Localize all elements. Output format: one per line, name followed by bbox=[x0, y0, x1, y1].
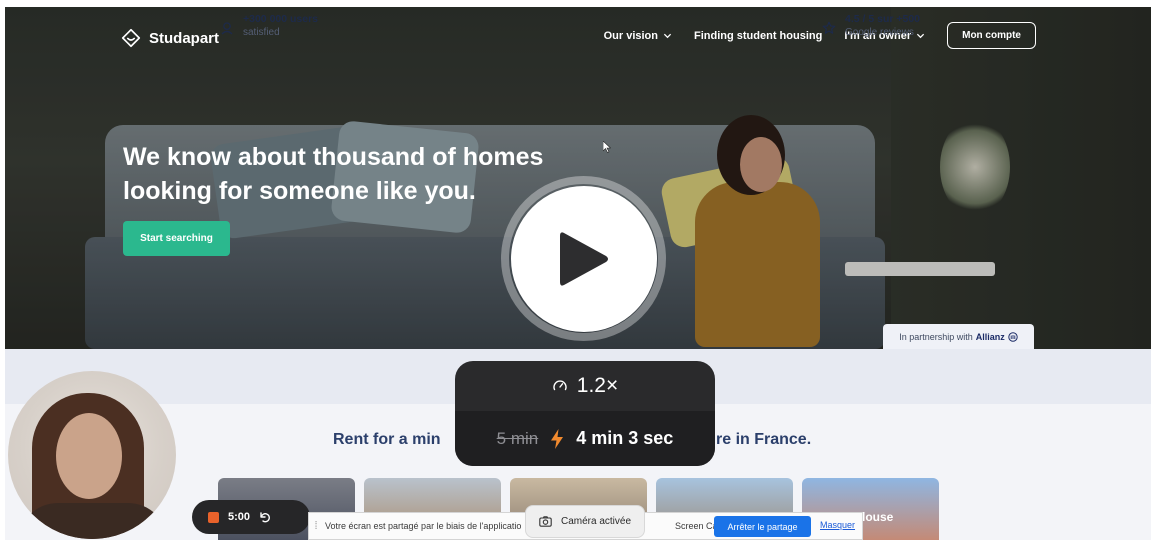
city-label: louse bbox=[862, 510, 894, 524]
bolt-icon bbox=[551, 428, 564, 449]
partner-prefix: In partnership with bbox=[899, 331, 973, 342]
chevron-down-icon bbox=[663, 33, 672, 39]
hide-link[interactable]: Masquer bbox=[820, 520, 855, 530]
video-play-button[interactable] bbox=[501, 176, 666, 341]
webcam-face bbox=[56, 413, 122, 499]
camera-active-chip[interactable]: Caméra activée bbox=[525, 505, 645, 538]
nav-our-vision[interactable]: Our vision bbox=[604, 30, 672, 42]
main-nav: Our vision Finding student housing I'm a… bbox=[604, 22, 1036, 49]
webcam-bubble[interactable] bbox=[8, 371, 176, 539]
stat-reviews-main: 4.5 / 5 sur +500 bbox=[845, 13, 921, 25]
partner-name: Allianz bbox=[975, 331, 1005, 342]
stat-users-main: +300 000 users bbox=[243, 13, 319, 25]
stat-users-sub: satisfied bbox=[243, 27, 280, 38]
webcam-body bbox=[18, 503, 168, 539]
partner-badge: In partnership with Allianz bbox=[883, 324, 1034, 349]
account-button[interactable]: Mon compte bbox=[947, 22, 1036, 49]
recording-timer: 5:00 bbox=[228, 511, 251, 523]
section-title-right: re in France. bbox=[716, 431, 812, 448]
camera-icon bbox=[539, 516, 552, 527]
stat-users: +300 000 users satisfied bbox=[220, 13, 318, 38]
stop-icon[interactable] bbox=[208, 511, 219, 523]
gauge-icon bbox=[553, 380, 567, 391]
start-searching-button[interactable]: Start searching bbox=[123, 221, 230, 256]
stop-sharing-button[interactable]: Arrêter le partage bbox=[714, 516, 811, 537]
camera-label: Caméra activée bbox=[560, 516, 632, 527]
speed-value: 1.2× bbox=[576, 374, 619, 397]
brand-name: Studapart bbox=[149, 29, 220, 47]
mouse-cursor-icon bbox=[603, 141, 611, 153]
user-icon bbox=[221, 22, 233, 35]
nav-finding-housing[interactable]: Finding student housing bbox=[694, 30, 822, 42]
undo-icon[interactable] bbox=[259, 511, 271, 523]
stat-reviews-sub: Google reviews bbox=[845, 27, 914, 38]
allianz-logo-icon bbox=[1008, 331, 1018, 342]
star-icon bbox=[822, 21, 836, 34]
playback-speed-card: 1.2× 5 min 4 min 3 sec bbox=[455, 361, 715, 466]
nav-label: Finding student housing bbox=[694, 29, 823, 42]
share-message-start: Votre écran est partagé par le biais de … bbox=[325, 521, 522, 531]
section-title-left: Rent for a min bbox=[333, 431, 441, 448]
nav-label: Our vision bbox=[603, 29, 658, 42]
play-button-inner bbox=[510, 185, 657, 332]
play-icon bbox=[559, 231, 608, 286]
house-smile-icon bbox=[121, 28, 141, 48]
stat-reviews: 4.5 / 5 sur +500 Google reviews bbox=[822, 13, 920, 38]
time-saved-row: 5 min 4 min 3 sec bbox=[455, 411, 715, 466]
original-duration: 5 min bbox=[496, 428, 539, 448]
brand-logo[interactable]: Studapart bbox=[120, 27, 219, 49]
drag-handle-icon[interactable]: ⁞ bbox=[309, 520, 323, 532]
recording-controls: 5:00 bbox=[192, 500, 310, 534]
speed-row: 1.2× bbox=[455, 361, 715, 411]
new-duration: 4 min 3 sec bbox=[576, 428, 674, 448]
